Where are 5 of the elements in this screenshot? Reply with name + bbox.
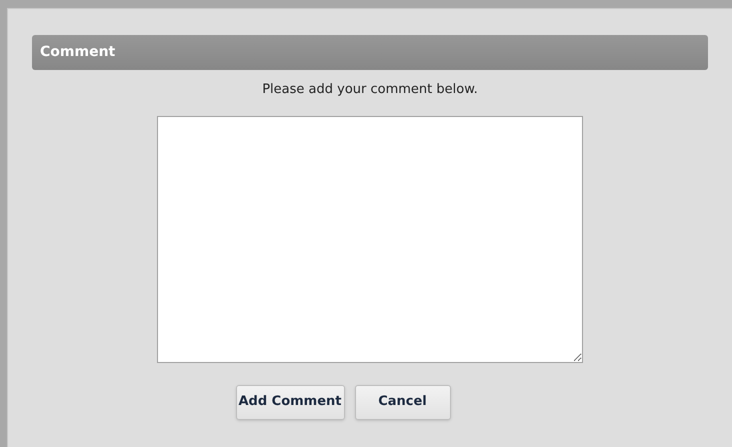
dialog-title: Comment bbox=[40, 43, 116, 62]
comment-field[interactable] bbox=[157, 116, 583, 362]
instruction-text: Please add your comment below. bbox=[262, 81, 478, 99]
dialog-button[interactable]: Cancel bbox=[354, 384, 450, 420]
dialog-button[interactable]: Add Comment bbox=[236, 384, 344, 420]
